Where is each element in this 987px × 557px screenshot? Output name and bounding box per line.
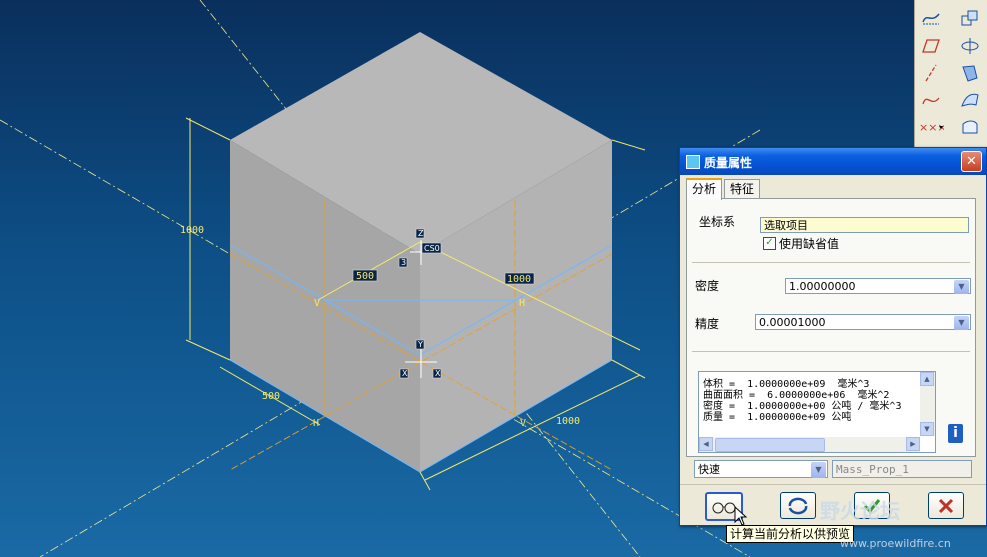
repeat-button[interactable] xyxy=(780,492,816,519)
density-combo[interactable]: 1.00000000 ▼ xyxy=(785,278,971,294)
precision-label: 精度 xyxy=(695,317,720,331)
scroll-up-icon[interactable]: ▲ xyxy=(920,372,934,386)
separator xyxy=(680,484,986,485)
revolve-icon[interactable] xyxy=(957,34,983,58)
density-value: 1.00000000 xyxy=(789,280,856,293)
axis-label-v-bottom: V xyxy=(520,418,526,429)
cancel-button[interactable] xyxy=(928,492,964,519)
points-icon[interactable]: ××× xyxy=(918,115,944,139)
axis-label-h: H xyxy=(519,298,525,309)
repeat-icon xyxy=(788,497,808,514)
dim-depth[interactable]: 500 xyxy=(356,271,374,282)
mass-properties-dialog: 质量属性 ✕ 分析 特征 坐标系 选取项目 ✓ 使用缺省值 密度 1.00000… xyxy=(679,147,987,526)
watermark-url: www.proewildfire.cn xyxy=(840,537,951,550)
dim-width[interactable]: 1000 xyxy=(507,274,531,285)
watermark-text: 野火论坛 xyxy=(820,499,900,523)
results-hscrollbar[interactable]: ◀ ▶ xyxy=(699,437,920,452)
plane-icon[interactable] xyxy=(918,34,944,58)
separator xyxy=(692,351,970,352)
surface-icon[interactable] xyxy=(957,88,983,112)
axis-label-h-bottom: H xyxy=(313,418,319,429)
feature-name-field[interactable]: Mass_Prop_1 xyxy=(832,460,972,478)
dialog-app-icon xyxy=(686,155,700,169)
chevron-down-icon[interactable]: ▼ xyxy=(954,316,969,330)
chevron-down-icon[interactable]: ▼ xyxy=(954,280,969,294)
results-textbox[interactable]: 体积 = 1.0000000e+09 毫米^3 曲面面积 = 6.0000000… xyxy=(698,371,936,453)
dim-height[interactable]: 1000 xyxy=(180,225,204,236)
curve-sketch-icon[interactable] xyxy=(918,6,944,30)
dialog-titlebar[interactable]: 质量属性 ✕ xyxy=(680,148,986,175)
use-default-label: 使用缺省值 xyxy=(779,237,840,251)
csys-tag-bottom: Y xyxy=(417,340,423,349)
csys-tag-bl: X xyxy=(402,369,408,378)
close-button[interactable]: ✕ xyxy=(961,151,982,172)
feature-toolbar: ××× xyxy=(914,0,987,148)
precision-combo[interactable]: 0.00001000 ▼ xyxy=(755,314,971,330)
cancel-icon xyxy=(938,498,954,513)
scroll-right-icon[interactable]: ▶ xyxy=(906,437,920,451)
mode-value: 快速 xyxy=(698,463,720,476)
results-vscrollbar[interactable]: ▲ ▼ xyxy=(920,372,935,436)
mode-combo[interactable]: 快速 ▼ xyxy=(694,460,828,478)
chevron-down-icon[interactable]: ▼ xyxy=(811,462,826,478)
csys-tag-br: X xyxy=(435,369,441,378)
dialog-title: 质量属性 xyxy=(704,156,753,170)
csys-tag-top: Z xyxy=(418,229,424,238)
dim-bottom-right[interactable]: 1000 xyxy=(556,416,580,427)
axis-icon[interactable] xyxy=(918,61,944,85)
scale-icon[interactable] xyxy=(957,6,983,30)
result-mass: 质量 = 1.0000000e+09 公吨 xyxy=(703,412,852,423)
density-label: 密度 xyxy=(695,279,720,293)
axis-label-v: V xyxy=(314,298,320,309)
mouse-cursor xyxy=(734,506,748,526)
csys-label: 坐标系 xyxy=(699,215,736,229)
use-default-checkbox[interactable]: ✓ xyxy=(763,237,776,250)
boundary-icon[interactable] xyxy=(957,115,983,139)
scroll-thumb[interactable] xyxy=(715,438,825,452)
csys-collector[interactable]: 选取项目 xyxy=(760,217,969,233)
sweep-icon[interactable] xyxy=(957,61,983,85)
spline-icon[interactable] xyxy=(918,88,944,112)
precision-value: 0.00001000 xyxy=(759,316,826,329)
tab-analysis[interactable]: 分析 xyxy=(686,178,723,200)
csys-tag-right: CS0 xyxy=(424,244,440,253)
scroll-down-icon[interactable]: ▼ xyxy=(920,422,934,436)
separator xyxy=(692,262,970,263)
scroll-left-icon[interactable]: ◀ xyxy=(699,437,713,451)
tooltip: 计算当前分析以供预览 xyxy=(726,525,855,543)
info-icon[interactable]: i xyxy=(948,424,963,443)
tab-feature[interactable]: 特征 xyxy=(724,179,761,199)
csys-tag-left: 3 xyxy=(401,258,406,267)
dim-bottom-left[interactable]: 500 xyxy=(262,391,280,402)
